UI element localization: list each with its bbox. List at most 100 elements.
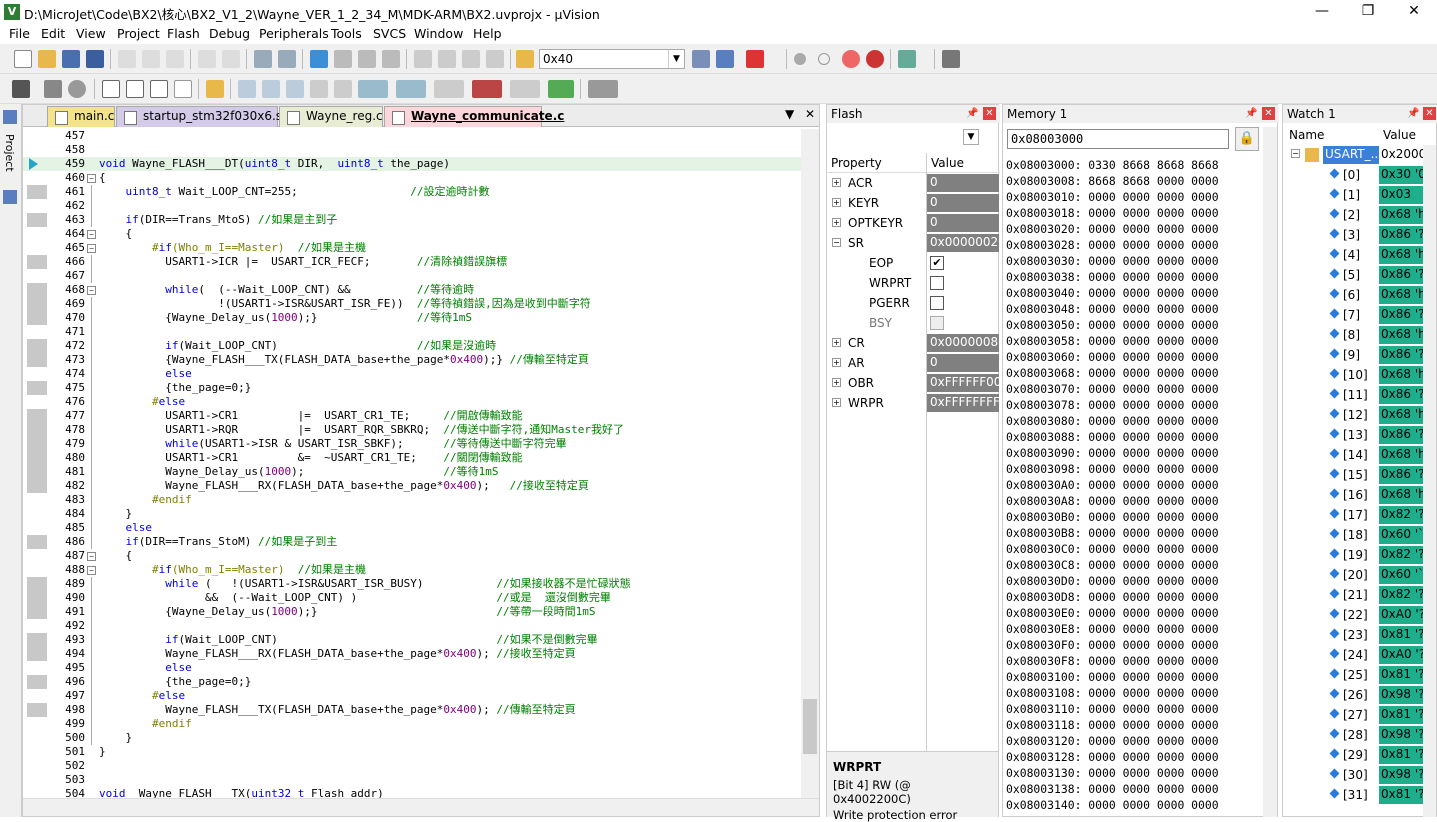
breakpoint-gutter[interactable]	[27, 283, 47, 297]
close-window-button[interactable]: ✕	[1391, 0, 1437, 24]
breakpoint-gutter[interactable]	[27, 745, 47, 759]
memory-row[interactable]: 0x08003080: 0000 0000 0000 0000	[1006, 413, 1219, 429]
breakpoint-gutter[interactable]	[27, 717, 47, 731]
memory-row[interactable]: 0x08003058: 0000 0000 0000 0000	[1006, 333, 1219, 349]
code-line[interactable]: 461 uint8_t Wait_LOOP_CNT=255; //設定逾時計數	[23, 185, 801, 199]
menu-project[interactable]: Project	[117, 26, 160, 41]
memory-row[interactable]: 0x080030F8: 0000 0000 0000 0000	[1006, 653, 1219, 669]
code-line[interactable]: 479 while(USART1->ISR & USART_ISR_SBKF);…	[23, 437, 801, 451]
watch-item-row[interactable]: [17] 0x82 '?	[1283, 505, 1437, 525]
memory-row[interactable]: 0x08003038: 0000 0000 0000 0000	[1006, 269, 1219, 285]
watch-item-value[interactable]: 0x86 '?	[1379, 386, 1425, 404]
project-window-icon[interactable]	[3, 110, 17, 124]
watch-item-row[interactable]: [2] 0x68 'h'	[1283, 205, 1437, 225]
minimize-button[interactable]: —	[1299, 0, 1345, 24]
fold-toggle-icon[interactable]: −	[87, 174, 96, 183]
enable-breakpoint-icon[interactable]	[818, 53, 830, 65]
breakpoint-gutter[interactable]	[27, 535, 47, 549]
copy-icon[interactable]	[142, 50, 160, 68]
code-line[interactable]: 460−{	[23, 171, 801, 185]
watch-item-value[interactable]: 0x68 'h'	[1379, 206, 1425, 224]
code-line[interactable]: 503	[23, 773, 801, 787]
bit-checkbox[interactable]	[930, 296, 944, 310]
code-line[interactable]: 477 USART1->CR1 |= USART_CR1_TE; //開啟傳輸致…	[23, 409, 801, 423]
memory-row[interactable]: 0x080030C0: 0000 0000 0000 0000	[1006, 541, 1219, 557]
bookmark-icon[interactable]	[310, 50, 328, 68]
expand-icon[interactable]: +	[832, 338, 841, 347]
close-icon[interactable]: ✕	[1423, 107, 1436, 120]
save-all-icon[interactable]	[86, 50, 104, 68]
watch-item-value[interactable]: 0x86 '?	[1379, 466, 1425, 484]
watch-item-value[interactable]: 0x98 '?	[1379, 766, 1425, 784]
expand-icon[interactable]: +	[832, 218, 841, 227]
kill-breakpoints-icon[interactable]	[866, 50, 884, 68]
watch-item-value[interactable]: 0x68 'h'	[1379, 446, 1425, 464]
memory-row[interactable]: 0x08003070: 0000 0000 0000 0000	[1006, 381, 1219, 397]
disassembly-window-icon[interactable]	[262, 80, 280, 98]
code-line[interactable]: 465− #if(Who_m_I==Master) //如果是主機	[23, 241, 801, 255]
code-line[interactable]: 490 && (--Wait_LOOP_CNT) ) //或是 還沒倒數完畢	[23, 591, 801, 605]
breakpoint-gutter[interactable]	[27, 591, 47, 605]
memory-row[interactable]: 0x08003010: 0000 0000 0000 0000	[1006, 189, 1219, 205]
code-line[interactable]: 486 if(DIR==Trans_StoM) //如果是子到主	[23, 535, 801, 549]
watch-item-value[interactable]: 0x30 '0'	[1379, 166, 1425, 184]
run-icon[interactable]	[44, 80, 62, 98]
memory-row[interactable]: 0x08003118: 0000 0000 0000 0000	[1006, 717, 1219, 733]
expand-icon[interactable]: +	[832, 398, 841, 407]
lock-icon[interactable]: 🔒	[1235, 127, 1259, 151]
tab-startup[interactable]: startup_stm32f030x6.s	[116, 106, 282, 127]
watch-item-value[interactable]: 0x86 '?	[1379, 306, 1425, 324]
memory-dump[interactable]: 0x08003000: 0330 8668 8668 8668 0x0800300…	[1006, 157, 1219, 813]
watch-item-value[interactable]: 0x98 '?	[1379, 726, 1425, 744]
stop-icon[interactable]	[68, 80, 86, 98]
watch-item-value[interactable]: 0x60 '`'	[1379, 566, 1425, 584]
breakpoint-gutter[interactable]	[27, 227, 47, 241]
memory-row[interactable]: 0x08003100: 0000 0000 0000 0000	[1006, 669, 1219, 685]
watch-item-value[interactable]: 0x68 'h'	[1379, 286, 1425, 304]
chevron-down-icon[interactable]: ▼	[963, 129, 979, 145]
expand-icon[interactable]: +	[832, 378, 841, 387]
breakpoint-gutter[interactable]	[27, 381, 47, 395]
memory-row[interactable]: 0x08003130: 0000 0000 0000 0000	[1006, 765, 1219, 781]
code-line[interactable]: 499 #endif	[23, 717, 801, 731]
watch-item-value[interactable]: 0xA0 '?	[1379, 606, 1425, 624]
watch-item-value[interactable]: 0x86 '?	[1379, 346, 1425, 364]
breakpoint-gutter[interactable]	[27, 759, 47, 773]
memory-row[interactable]: 0x08003108: 0000 0000 0000 0000	[1006, 685, 1219, 701]
fold-toggle-icon[interactable]: −	[87, 286, 96, 295]
call-stack-window-icon[interactable]	[334, 80, 352, 98]
register-value[interactable]: 0	[927, 354, 999, 372]
watch-item-value[interactable]: 0x86 '?	[1379, 226, 1425, 244]
menu-flash[interactable]: Flash	[167, 26, 200, 41]
find-icon[interactable]	[692, 50, 710, 68]
navigate-back-icon[interactable]	[254, 50, 272, 68]
breakpoint-gutter[interactable]	[27, 773, 47, 787]
bit-checkbox[interactable]: ✔	[930, 256, 944, 270]
registers-window-icon[interactable]	[310, 80, 328, 98]
code-line[interactable]: 485 else	[23, 521, 801, 535]
watch-item-row[interactable]: [26] 0x98 '?	[1283, 685, 1437, 705]
editor-horizontal-scrollbar[interactable]	[23, 798, 819, 816]
register-row-sr[interactable]: − SR 0x00000020	[827, 233, 1006, 253]
code-line[interactable]: 476 #else	[23, 395, 801, 409]
incremental-find-icon[interactable]	[716, 50, 734, 68]
analysis-windows-icon[interactable]	[472, 80, 502, 98]
code-line[interactable]: 487− {	[23, 549, 801, 563]
memory-scrollbar[interactable]	[1263, 127, 1277, 817]
watch-item-row[interactable]: [1] 0x03	[1283, 185, 1437, 205]
close-icon[interactable]: ✕	[983, 107, 996, 120]
expand-icon[interactable]: +	[832, 178, 841, 187]
menu-tools[interactable]: Tools	[331, 26, 362, 41]
watch-item-value[interactable]: 0x03	[1379, 186, 1425, 204]
redo-icon[interactable]	[222, 50, 240, 68]
memory-row[interactable]: 0x08003008: 8668 8668 0000 0000	[1006, 173, 1219, 189]
code-line[interactable]: 483 #endif	[23, 493, 801, 507]
breakpoint-gutter[interactable]	[27, 703, 47, 717]
step-into-icon[interactable]	[102, 80, 120, 98]
watch-item-value[interactable]: 0x68 'h'	[1379, 366, 1425, 384]
breakpoint-gutter[interactable]	[27, 367, 47, 381]
pin-icon[interactable]: 📌	[1245, 108, 1257, 119]
watch-item-row[interactable]: [20] 0x60 '`'	[1283, 565, 1437, 585]
breakpoint-gutter[interactable]	[27, 479, 47, 493]
breakpoint-gutter[interactable]	[27, 423, 47, 437]
